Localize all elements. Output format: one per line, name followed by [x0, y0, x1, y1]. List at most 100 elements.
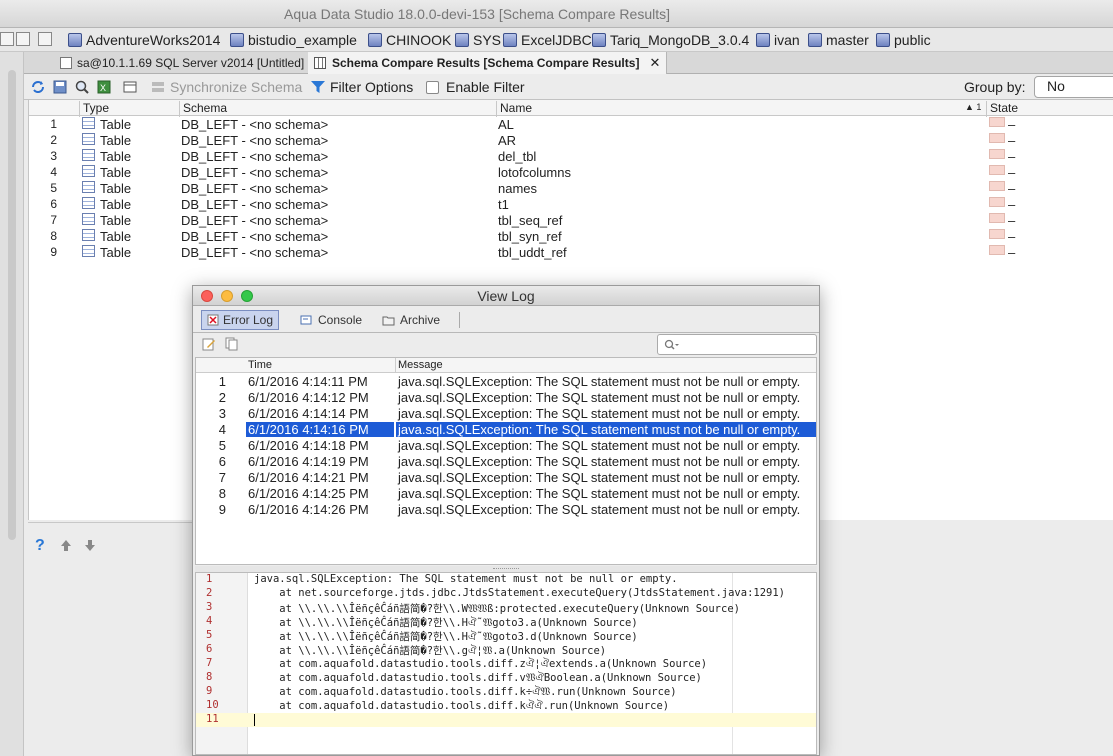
- arrow-down-icon[interactable]: [84, 539, 96, 552]
- editor-tabs: sa@10.1.1.69 SQL Server v2014 [Untitled]…: [24, 52, 1113, 74]
- column-separator[interactable]: [79, 101, 80, 117]
- arrow-up-icon[interactable]: [60, 539, 72, 552]
- table-row[interactable]: 7 Table DB_LEFT - <no schema> tbl_seq_ref –: [29, 213, 1113, 229]
- row-type: Table: [100, 245, 132, 260]
- tab-archive[interactable]: Archive: [377, 310, 445, 330]
- table-row[interactable]: 1 Table DB_LEFT - <no schema> AL –: [29, 117, 1113, 133]
- log-time: 6/1/2016 4:14:18 PM: [248, 438, 369, 453]
- log-message: java.sql.SQLException: The SQL statement…: [396, 422, 816, 437]
- synchronize-schema-button[interactable]: Synchronize Schema: [170, 79, 302, 95]
- copy-icon[interactable]: [225, 337, 239, 351]
- view-log-title: View Log: [477, 288, 535, 304]
- row-number: 1: [50, 117, 57, 131]
- grid-icon[interactable]: [16, 32, 30, 46]
- column-header-schema[interactable]: Schema: [183, 101, 227, 115]
- help-icon[interactable]: ?: [35, 537, 45, 555]
- log-message: java.sql.SQLException: The SQL statement…: [398, 406, 801, 421]
- column-header-state[interactable]: State: [990, 101, 1018, 115]
- log-time: 6/1/2016 4:14:21 PM: [248, 470, 369, 485]
- stack-trace-view[interactable]: 1 java.sql.SQLException: The SQL statemen…: [195, 572, 817, 755]
- group-by-select[interactable]: No Groups: [1034, 76, 1113, 98]
- export-excel-icon[interactable]: X: [96, 79, 112, 95]
- table-row[interactable]: 2 Table DB_LEFT - <no schema> AR –: [29, 133, 1113, 149]
- row-number: 7: [50, 213, 57, 227]
- search-icon: [664, 339, 679, 350]
- left-scrollbar[interactable]: [8, 70, 16, 540]
- log-search-input[interactable]: [682, 336, 812, 353]
- stack-trace-line: 5 at \\.\\.\\ÎëñçêĈáñ語简�?한\\.Hঐ˜𝔚goto3.d…: [196, 629, 816, 643]
- row-object-name: tbl_syn_ref: [498, 229, 562, 244]
- log-row[interactable]: 4 6/1/2016 4:14:16 PM java.sql.SQLExceptio…: [196, 422, 816, 438]
- sort-indicator: ▲ 1: [965, 102, 982, 112]
- log-row[interactable]: 9 6/1/2016 4:14:26 PM java.sql.SQLExceptio…: [196, 502, 816, 518]
- table-row[interactable]: 9 Table DB_LEFT - <no schema> tbl_uddt_ref –: [29, 245, 1113, 261]
- log-row[interactable]: 7 6/1/2016 4:14:21 PM java.sql.SQLExceptio…: [196, 470, 816, 486]
- connection-master[interactable]: master: [808, 31, 869, 49]
- database-icon: [876, 33, 890, 47]
- enable-filter-checkbox[interactable]: [426, 81, 439, 94]
- row-schema: DB_LEFT - <no schema>: [181, 149, 329, 164]
- log-row[interactable]: 5 6/1/2016 4:14:18 PM java.sql.SQLExceptio…: [196, 438, 816, 454]
- table-row[interactable]: 5 Table DB_LEFT - <no schema> names –: [29, 181, 1113, 197]
- row-number: 9: [50, 245, 57, 259]
- log-row[interactable]: 2 6/1/2016 4:14:12 PM java.sql.SQLExceptio…: [196, 390, 816, 406]
- log-search-field[interactable]: [657, 334, 817, 355]
- grid-header: Type Schema Name ▲ 1 State: [29, 100, 1113, 117]
- filter-icon: [311, 81, 325, 93]
- connection-bistudio[interactable]: bistudio_example: [230, 31, 357, 49]
- connection-chinook[interactable]: CHINOOK: [368, 31, 451, 49]
- list-icon[interactable]: [0, 32, 14, 46]
- compare-toolbar: X Synchronize Schema Filter Options Enab…: [24, 74, 1113, 100]
- column-separator[interactable]: [496, 101, 497, 117]
- column-header-time[interactable]: Time: [248, 359, 272, 371]
- close-icon[interactable]: ✕: [649, 55, 660, 71]
- refresh-icon[interactable]: [30, 79, 46, 95]
- column-header-name[interactable]: Name: [500, 101, 532, 115]
- save-icon[interactable]: [52, 79, 68, 95]
- tab-console[interactable]: Console: [295, 310, 367, 330]
- log-message: java.sql.SQLException: The SQL statement…: [398, 470, 801, 485]
- column-header-message[interactable]: Message: [398, 359, 443, 371]
- column-header-type[interactable]: Type: [83, 101, 109, 115]
- filter-options-button[interactable]: Filter Options: [330, 79, 413, 95]
- column-separator[interactable]: [179, 101, 180, 117]
- stack-trace-line: 3 at \\.\\.\\ÎëñçêĈáñ語简�?한\\.W𝔚𝔚ß:protec…: [196, 601, 816, 615]
- edit-icon[interactable]: [202, 337, 216, 351]
- log-row-number: 6: [218, 454, 226, 469]
- row-type: Table: [100, 165, 132, 180]
- tab-schema-compare[interactable]: Schema Compare Results [Schema Compare R…: [308, 52, 668, 74]
- log-row[interactable]: 1 6/1/2016 4:14:11 PM java.sql.SQLExceptio…: [196, 374, 816, 390]
- window-title: Aqua Data Studio 18.0.0-devi-153 [Schema…: [284, 6, 670, 22]
- row-state: –: [1008, 197, 1016, 212]
- connection-ivan[interactable]: ivan: [756, 31, 800, 49]
- table-row[interactable]: 8 Table DB_LEFT - <no schema> tbl_syn_ref –: [29, 229, 1113, 245]
- column-separator[interactable]: [986, 101, 987, 117]
- table-row[interactable]: 6 Table DB_LEFT - <no schema> t1 –: [29, 197, 1113, 213]
- connection-sys[interactable]: SYS: [455, 31, 501, 49]
- console-icon: [300, 315, 312, 325]
- column-separator[interactable]: [395, 358, 396, 373]
- connection-mongodb[interactable]: Tariq_MongoDB_3.0.4: [592, 31, 749, 49]
- row-number: 8: [50, 229, 57, 243]
- log-row[interactable]: 8 6/1/2016 4:14:25 PM java.sql.SQLExceptio…: [196, 486, 816, 502]
- log-row[interactable]: 3 6/1/2016 4:14:14 PM java.sql.SQLExceptio…: [196, 406, 816, 422]
- row-state: –: [1008, 117, 1016, 132]
- splitter-grip: [493, 568, 519, 569]
- table-row[interactable]: 3 Table DB_LEFT - <no schema> del_tbl –: [29, 149, 1113, 165]
- view-log-title-bar[interactable]: View Log: [193, 286, 819, 306]
- table-icon: [82, 197, 95, 209]
- state-swatch: [989, 165, 1005, 175]
- table-row[interactable]: 4 Table DB_LEFT - <no schema> lotofcolumns –: [29, 165, 1113, 181]
- connection-adventureworks[interactable]: AdventureWorks2014: [68, 31, 220, 49]
- find-icon[interactable]: [74, 79, 90, 95]
- tab-error-log[interactable]: Error Log: [201, 310, 280, 330]
- chart-icon[interactable]: [38, 32, 52, 46]
- row-object-name: AL: [498, 117, 514, 132]
- connection-exceljdbc[interactable]: ExcelJDBC: [503, 31, 592, 49]
- log-row[interactable]: 6 6/1/2016 4:14:19 PM java.sql.SQLExceptio…: [196, 454, 816, 470]
- table-icon: [82, 181, 95, 193]
- table-icon: [82, 213, 95, 225]
- connection-public[interactable]: public: [876, 31, 931, 49]
- columns-icon[interactable]: [122, 79, 138, 95]
- tab-sql-editor[interactable]: sa@10.1.1.69 SQL Server v2014 [Untitled]…: [54, 52, 333, 74]
